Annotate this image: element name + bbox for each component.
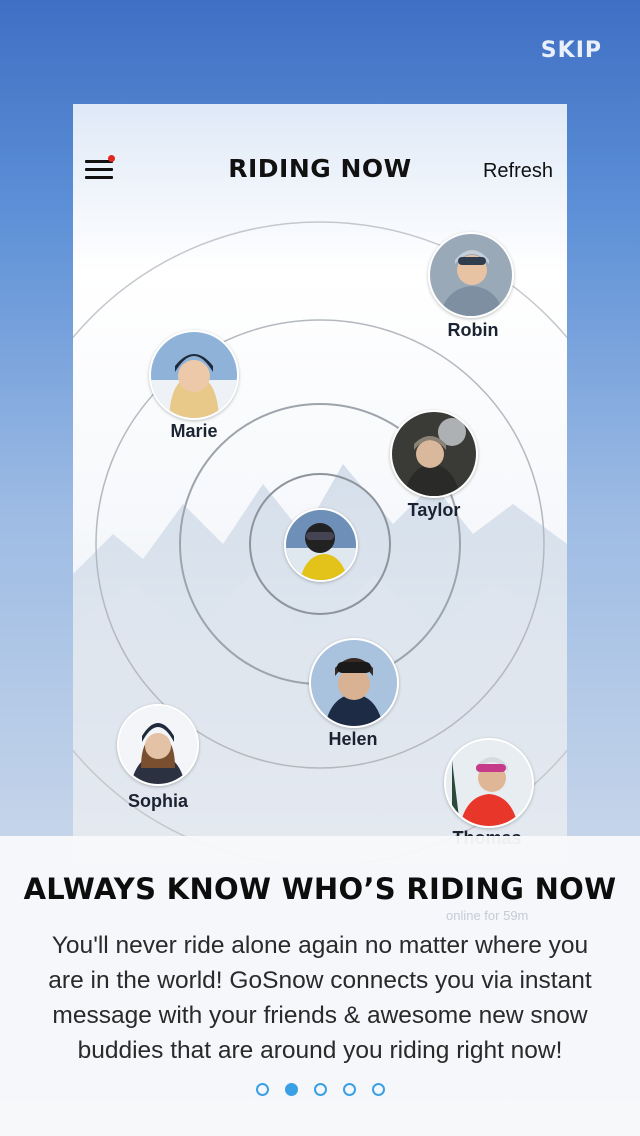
page-dot[interactable]: [255, 1083, 269, 1096]
onboarding-panel: online for 59m ALWAYS KNOW WHO’S RIDING …: [0, 836, 640, 1136]
user-name: Robin: [447, 320, 499, 340]
my-avatar[interactable]: [284, 508, 358, 582]
page-dot[interactable]: [342, 1083, 356, 1096]
user-avatar-taylor[interactable]: [390, 410, 478, 498]
user-name: Helen: [328, 729, 378, 749]
user-name: Sophia: [127, 791, 188, 811]
user-avatar-sophia[interactable]: [117, 704, 199, 786]
user-avatar-helen[interactable]: [309, 638, 399, 728]
page-dot[interactable]: [313, 1083, 327, 1096]
app-header: RIDING NOW Refresh: [73, 144, 567, 196]
skip-button[interactable]: SKIP: [541, 38, 602, 63]
page-dot[interactable]: [371, 1083, 385, 1096]
page-dot-active[interactable]: [284, 1083, 298, 1096]
user-avatar-thomas[interactable]: [444, 738, 534, 828]
background-online-status: online for 59m: [446, 908, 529, 923]
user-avatar-robin[interactable]: [428, 232, 514, 318]
user-name: Taylor: [407, 500, 461, 520]
user-name: Marie: [170, 421, 218, 441]
user-avatar-marie[interactable]: [149, 330, 239, 420]
refresh-button[interactable]: Refresh: [483, 160, 553, 183]
onboarding-description: You'll never ride alone again no matter …: [48, 932, 592, 1064]
app-preview: RIDING NOW Refresh Robin Marie Taylor He…: [73, 104, 567, 864]
page-indicator: [0, 1083, 640, 1099]
onboarding-title: ALWAYS KNOW WHO’S RIDING NOW: [23, 872, 617, 906]
